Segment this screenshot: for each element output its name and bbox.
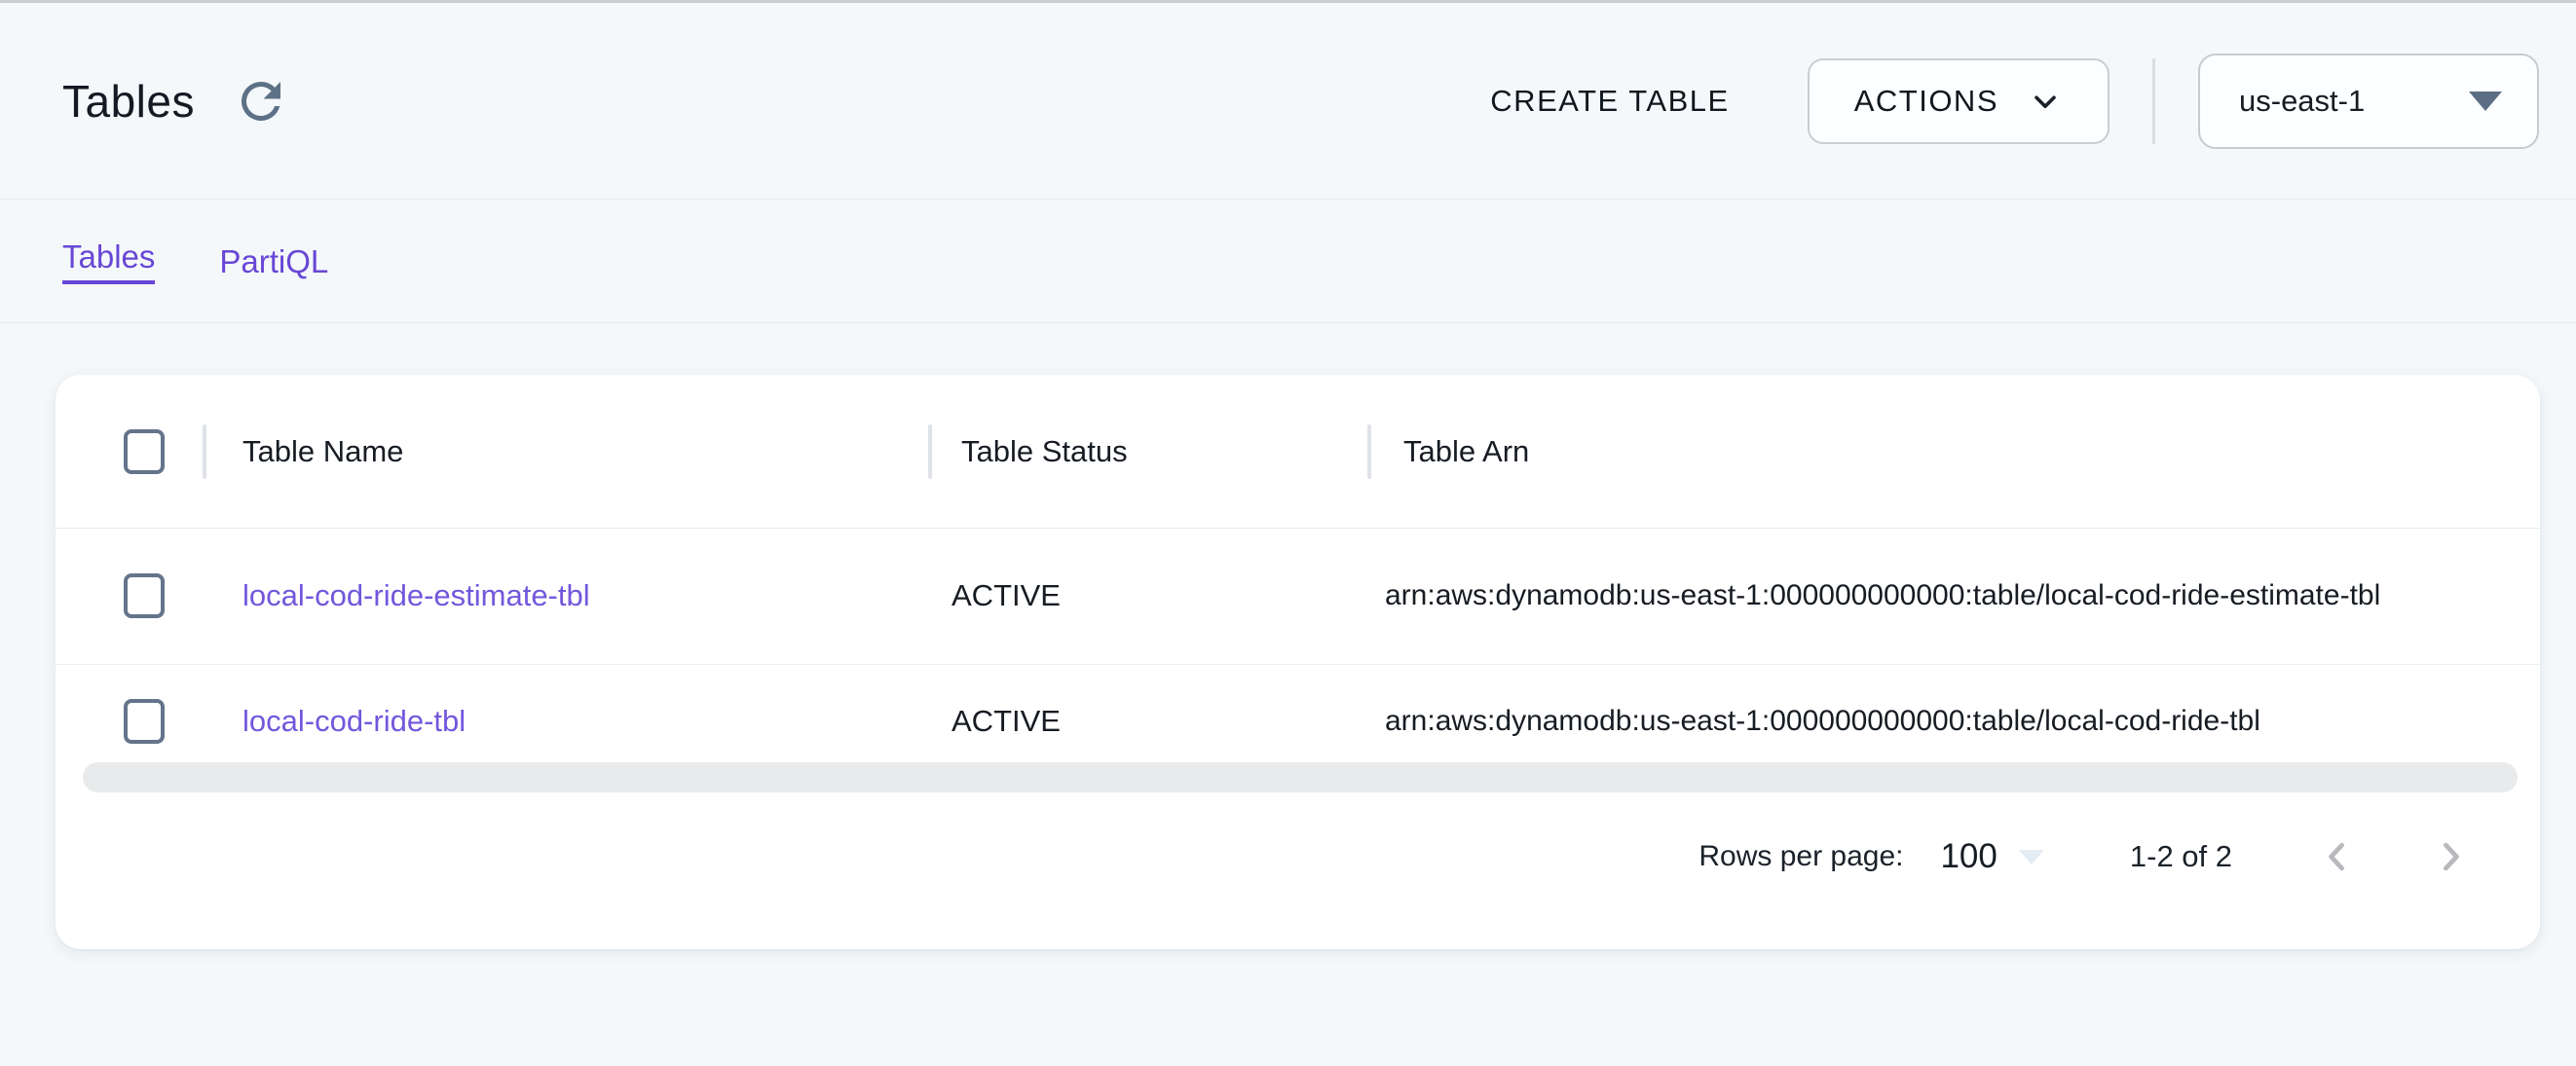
column-separator <box>928 424 932 479</box>
column-header-table-status: Table Status <box>961 434 1128 469</box>
refresh-icon <box>232 72 290 130</box>
create-table-button[interactable]: CREATE TABLE <box>1473 70 1746 132</box>
horizontal-scrollbar[interactable] <box>83 762 2518 792</box>
page-header: Tables CREATE TABLE ACTIONS <box>0 3 2576 200</box>
table-arn-value: arn:aws:dynamodb:us-east-1:000000000000:… <box>1385 579 2380 612</box>
chevron-left-icon <box>2316 835 2359 878</box>
column-header-table-arn: Table Arn <box>1403 434 1529 469</box>
tables-card: Table Name Table Status Table Arn local-… <box>56 375 2540 949</box>
header-actions-group: CREATE TABLE ACTIONS us-east-1 <box>1473 54 2539 149</box>
table-name-link[interactable]: local-cod-ride-tbl <box>243 704 466 739</box>
header-divider <box>2152 58 2155 144</box>
actions-dropdown-button[interactable]: ACTIONS <box>1808 58 2109 144</box>
region-select[interactable]: us-east-1 <box>2198 54 2539 149</box>
chevron-right-icon <box>2429 835 2472 878</box>
column-header-table-name: Table Name <box>243 434 403 469</box>
rows-per-page-value: 100 <box>1940 837 1997 876</box>
table-status-value: ACTIVE <box>952 704 1061 739</box>
chevron-down-icon <box>2028 84 2063 119</box>
next-page-button[interactable] <box>2429 835 2472 878</box>
rows-per-page-label: Rows per page: <box>1699 840 1903 873</box>
page-title: Tables <box>62 75 195 128</box>
tab-bar: Tables PartiQL <box>0 201 2576 323</box>
header-title-group: Tables <box>62 72 290 130</box>
column-separator <box>1367 424 1371 479</box>
pagination-range-label: 1-2 of 2 <box>2130 839 2232 874</box>
caret-down-icon <box>2469 92 2502 111</box>
table-header-row: Table Name Table Status Table Arn <box>56 375 2540 529</box>
table-arn-value: arn:aws:dynamodb:us-east-1:000000000000:… <box>1385 705 2260 738</box>
actions-button-label: ACTIONS <box>1854 84 1998 119</box>
tab-tables[interactable]: Tables <box>62 239 155 284</box>
table-name-link[interactable]: local-cod-ride-estimate-tbl <box>243 578 590 613</box>
row-checkbox[interactable] <box>124 573 165 618</box>
rows-per-page-select[interactable]: 100 <box>1940 837 2043 876</box>
region-select-value: us-east-1 <box>2239 84 2365 119</box>
table-row: local-cod-ride-estimate-tbl ACTIVE arn:a… <box>56 528 2540 665</box>
pagination-bar: Rows per page: 100 1-2 of 2 <box>1699 825 2472 889</box>
previous-page-button[interactable] <box>2316 835 2359 878</box>
select-all-checkbox[interactable] <box>124 429 165 474</box>
column-separator <box>203 424 206 479</box>
table-status-value: ACTIVE <box>952 578 1061 613</box>
refresh-button[interactable] <box>232 72 290 130</box>
dynamodb-admin-page: Tables CREATE TABLE ACTIONS <box>0 0 2576 1066</box>
row-checkbox[interactable] <box>124 699 165 744</box>
caret-down-icon <box>2019 850 2044 864</box>
tab-partiql[interactable]: PartiQL <box>219 243 328 280</box>
